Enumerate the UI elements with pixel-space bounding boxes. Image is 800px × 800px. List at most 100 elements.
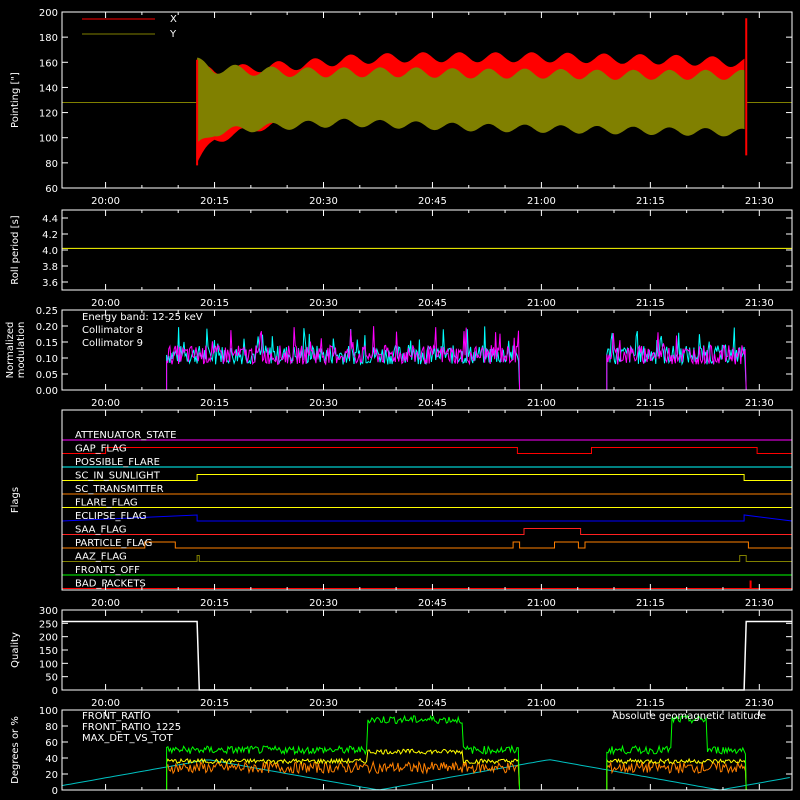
panel-3-ytick-label-0: 0.25 xyxy=(36,306,58,317)
panel-5-ytick-label-4: 100 xyxy=(39,659,58,670)
panel-5-ytick-label-6: 0 xyxy=(52,686,58,697)
panel-4-xtick-label-4: 21:00 xyxy=(527,598,556,609)
panel-2-xtick-label-1: 20:15 xyxy=(200,298,229,309)
panel-3-xtick-label-1: 20:15 xyxy=(200,398,229,409)
flag-aaz-flag-trace xyxy=(62,555,792,562)
panel-6-ytick-label-2: 60 xyxy=(45,738,58,749)
panel-1-ytick-label-1: 180 xyxy=(39,33,58,44)
panel-3-xtick-label-3: 20:45 xyxy=(418,398,447,409)
panel-5-ytick-label-5: 50 xyxy=(45,673,58,684)
flag-gap-flag-label: GAP_FLAG xyxy=(75,444,127,455)
hessi-quicklook-plot: X Y 20:00 20:15 20:30 20:45 21:00 21:15 21:30 200… xyxy=(0,0,800,800)
panel-5-ytick-label-1: 250 xyxy=(39,619,58,630)
panel-4-xtick-label-1: 20:15 xyxy=(200,598,229,609)
ratio-legend-front-ratio: FRONT_RATIO xyxy=(82,711,151,722)
panel-3-ytick-label-3: 0.10 xyxy=(36,354,58,365)
ratio-legend-max-det: MAX_DET_VS_TOT xyxy=(82,733,174,744)
quicklook-svg: XY20:00 20:15 20:30 20:45 21:00 21:15 21:30200… xyxy=(5,8,793,797)
flag-fronts-off-label: FRONTS_OFF xyxy=(75,565,140,576)
panel-5-xtick-label-3: 20:45 xyxy=(418,698,447,709)
panel-1-ytick-label-2: 160 xyxy=(39,58,58,69)
legend-x-label: X xyxy=(170,14,177,25)
panel-3-ytick-label-1: 0.20 xyxy=(36,322,58,333)
panel-6-ytick-label-1: 80 xyxy=(45,722,58,733)
panel-5-ytick-label-3: 150 xyxy=(39,646,58,657)
panel-1-ytick-label-5: 100 xyxy=(39,134,58,145)
panel-5-xtick-label-2: 20:30 xyxy=(309,698,338,709)
panel-4-xtick-label-0: 20:00 xyxy=(91,598,120,609)
panel-5-xtick-label-6: 21:30 xyxy=(745,698,774,709)
flag-sc-transmitter-label: SC_TRANSMITTER xyxy=(75,484,164,495)
flag-bad-packets-label: BAD_PACKETS xyxy=(75,579,146,590)
panel-3-ylabel: modulation xyxy=(16,322,27,379)
panel-2-ytick-label-0: 4.4 xyxy=(42,214,58,225)
panel-2-ytick-label-1: 4.2 xyxy=(42,230,58,241)
panel-4-xtick-label-6: 21:30 xyxy=(745,598,774,609)
flag-particle-flag-trace xyxy=(62,541,792,549)
panel-3-ylabel: Normalized xyxy=(5,322,16,379)
panel-1-xtick-label-2: 20:30 xyxy=(309,196,338,207)
panel-1-xtick-label-5: 21:15 xyxy=(636,196,665,207)
panel-2-xtick-label-5: 21:15 xyxy=(636,298,665,309)
panel-1-xtick-label-6: 21:30 xyxy=(745,196,774,207)
panel-3-xtick-label-5: 21:15 xyxy=(636,398,665,409)
flag-possible-flare-label: POSSIBLE_FLARE xyxy=(75,457,160,468)
panel-1-xtick-label-0: 20:00 xyxy=(91,196,120,207)
panel-2-xtick-label-4: 21:00 xyxy=(527,298,556,309)
panel-3-xtick-label-4: 21:00 xyxy=(527,398,556,409)
flag-attenuator-state-label: ATTENUATOR_STATE xyxy=(75,430,176,441)
flag-eclipse-flag-label: ECLIPSE_FLAG xyxy=(75,511,146,522)
panel-3-ytick-label-5: 0.00 xyxy=(36,386,58,397)
panel-6-ytick-label-4: 20 xyxy=(45,770,58,781)
panel-2-ytick-label-4: 3.6 xyxy=(42,278,58,289)
panel-2-xtick-label-2: 20:30 xyxy=(309,298,338,309)
panel-2-ylabel: Roll period [s] xyxy=(10,215,21,284)
panel-2-ytick-label-2: 4.0 xyxy=(42,246,58,257)
flag-eclipse-flag-trace xyxy=(61,514,793,522)
panel-1-ylabel: Pointing ["] xyxy=(10,72,21,128)
panel-2-frame xyxy=(61,209,793,291)
modulation-legend-coll9: Collimator 9 xyxy=(82,338,143,349)
panel-1-ytick-label-4: 120 xyxy=(39,109,58,120)
panel-1-xtick-label-1: 20:15 xyxy=(200,196,229,207)
panel-4-ylabel: Flags xyxy=(10,487,21,513)
ratio-legend-geomag: Absolute geomagnetic latitude xyxy=(612,711,766,722)
flag-gap-flag-trace xyxy=(62,447,792,454)
panel-6-ytick-label-0: 100 xyxy=(39,706,58,717)
quality-trace xyxy=(62,620,792,691)
modulation-legend-coll8: Collimator 8 xyxy=(82,325,143,336)
legend-y-label: Y xyxy=(169,29,177,40)
flag-flare-flag-label: FLARE_FLAG xyxy=(75,498,138,509)
panel-5-xtick-label-4: 21:00 xyxy=(527,698,556,709)
panel-5-ylabel: Quality xyxy=(10,632,21,668)
panel-3-ytick-label-4: 0.05 xyxy=(36,370,58,381)
panel-1-xtick-label-3: 20:45 xyxy=(418,196,447,207)
flag-aaz-flag-label: AAZ_FLAG xyxy=(75,552,127,563)
flag-sc-in-sunlight-trace xyxy=(62,474,792,481)
panel-6-ytick-label-5: 0 xyxy=(52,786,58,797)
panel-1-xtick-label-4: 21:00 xyxy=(527,196,556,207)
flag-particle-flag-label: PARTICLE_FLAG xyxy=(75,538,152,549)
panel-6-ylabel: Degrees or % xyxy=(10,716,21,784)
ratio-legend-front-ratio-1225: FRONT_RATIO_1225 xyxy=(82,722,181,733)
panel-5-ytick-label-2: 200 xyxy=(39,633,58,644)
flag-saa-flag-label: SAA_FLAG xyxy=(75,525,126,536)
panel-5-xtick-label-5: 21:15 xyxy=(636,698,665,709)
panel-4-xtick-label-3: 20:45 xyxy=(418,598,447,609)
panel-4-xtick-label-2: 20:30 xyxy=(309,598,338,609)
panel-4-xtick-label-5: 21:15 xyxy=(636,598,665,609)
panel-6-ytick-label-3: 40 xyxy=(45,754,58,765)
panel-2-xtick-label-3: 20:45 xyxy=(418,298,447,309)
panel-3-xtick-label-2: 20:30 xyxy=(309,398,338,409)
panel-3-xtick-label-6: 21:30 xyxy=(745,398,774,409)
panel-5-ytick-label-0: 300 xyxy=(39,606,58,617)
flag-saa-flag-trace xyxy=(62,528,792,535)
panel-5-xtick-label-1: 20:15 xyxy=(200,698,229,709)
panel-1-ytick-label-6: 80 xyxy=(45,159,58,170)
flag-sc-in-sunlight-label: SC_IN_SUNLIGHT xyxy=(75,471,161,482)
panel-2-xtick-label-6: 21:30 xyxy=(745,298,774,309)
panel-3-xtick-label-0: 20:00 xyxy=(91,398,120,409)
panel-2-xtick-label-0: 20:00 xyxy=(91,298,120,309)
panel-1-ytick-label-7: 60 xyxy=(45,184,58,195)
modulation-legend-title: Energy band: 12-25 keV xyxy=(82,312,203,323)
